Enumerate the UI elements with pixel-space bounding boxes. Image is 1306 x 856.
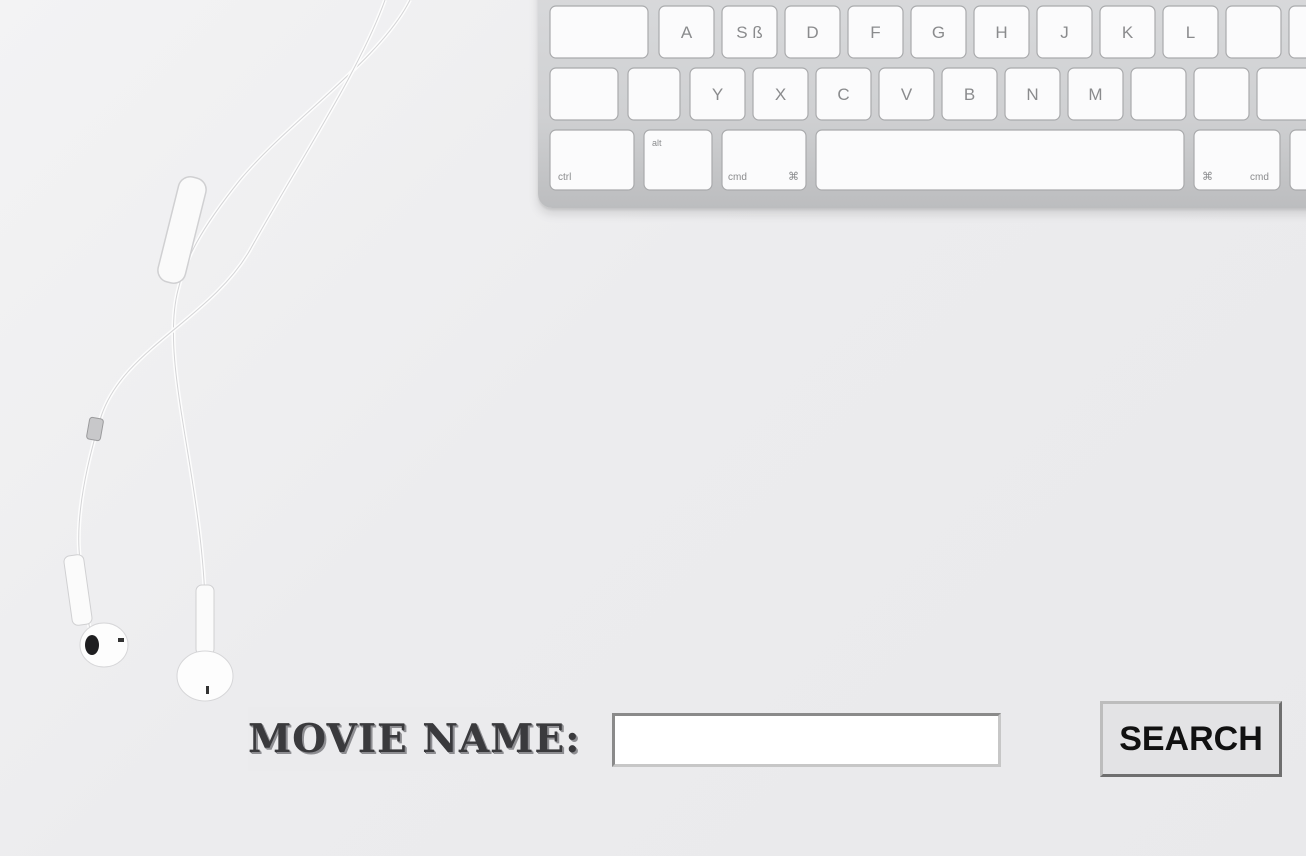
keyboard-key (1193, 67, 1250, 121)
keyboard-key-label: G (932, 23, 945, 42)
keyboard-key-label: L (1186, 23, 1195, 42)
app-window: A S ß D F G H J K L Y X C V B N Mctrl alt cmd ⌘ cmd ⌘ MOVIE … (0, 0, 1306, 856)
keyboard-key (1130, 67, 1187, 121)
keyboard-keys-graphic: A S ß D F G H J K L Y X C V B N Mctrl alt cmd ⌘ cmd ⌘ (549, 5, 1306, 191)
keyboard-key (1289, 129, 1306, 191)
keyboard-key-label: K (1122, 23, 1134, 42)
keyboard-key-label: M (1088, 85, 1102, 104)
movie-name-input[interactable] (612, 713, 1001, 767)
keyboard-key-label: ctrl (558, 172, 571, 183)
keyboard-key-label: F (870, 23, 880, 42)
keyboard-key-label: D (806, 23, 818, 42)
keyboard-key (1225, 5, 1282, 59)
keyboard-key (549, 67, 619, 121)
search-button[interactable]: SEARCH (1100, 701, 1282, 777)
keyboard-key-label: X (775, 85, 786, 104)
keyboard-key-label: A (681, 23, 693, 42)
keyboard-key (549, 5, 649, 59)
keyboard-key-label: V (901, 85, 913, 104)
keyboard-key-label: alt (652, 138, 662, 148)
movie-name-label: MOVIE NAME: (248, 707, 579, 771)
keyboard-key-label: Y (712, 85, 723, 104)
keyboard-key-label: H (995, 23, 1007, 42)
keyboard-key-label: J (1060, 23, 1069, 42)
keyboard-key (627, 67, 681, 121)
keyboard-key-label: ⌘ (788, 170, 799, 183)
keyboard-background-image: A S ß D F G H J K L Y X C V B N Mctrl alt cmd ⌘ cmd ⌘ (538, 0, 1306, 208)
keyboard-key (1256, 67, 1306, 121)
keyboard-key-label: cmd (728, 172, 747, 183)
keyboard-key-label: ⌘ (1202, 170, 1213, 183)
keyboard-key (1288, 5, 1306, 59)
keyboard-key-label: C (837, 85, 849, 104)
keyboard-key-label: S ß (736, 23, 762, 42)
keyboard-key-label: B (964, 85, 975, 104)
earphones-background-image (63, 0, 412, 702)
keyboard-key (815, 129, 1185, 191)
keyboard-key-label: N (1026, 85, 1038, 104)
keyboard-key-label: cmd (1250, 172, 1269, 183)
